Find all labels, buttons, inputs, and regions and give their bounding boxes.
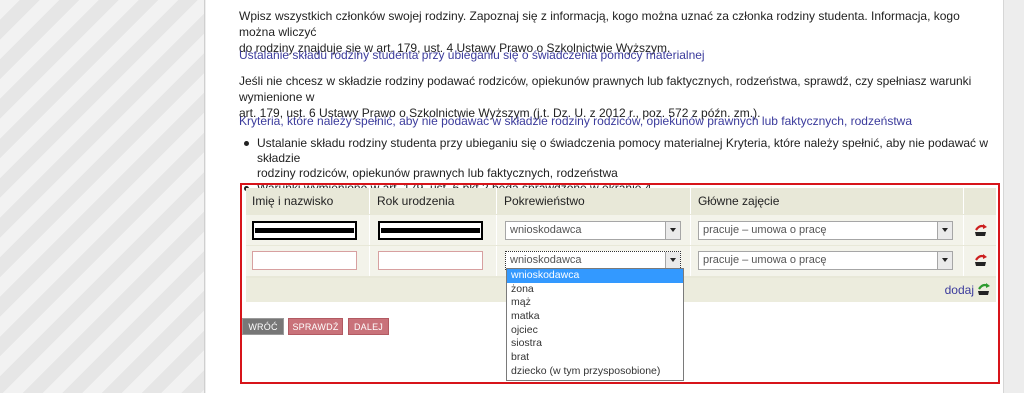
name-input[interactable] [252,221,357,240]
occupation-select[interactable]: pracuje – umowa o pracę [698,221,953,240]
dropdown-option[interactable]: siostra [507,337,683,351]
family-composition-link[interactable]: Ustalanie składu rodziny studenta przy u… [239,47,994,63]
birth-year-input[interactable] [378,221,483,240]
list-item: Ustalanie składu rodziny studenta przy u… [239,136,999,181]
occupation-select-value: pracuje – umowa o pracę [703,224,827,236]
header-occupation: Główne zajęcie [692,188,964,214]
chevron-down-icon [665,252,680,269]
next-button[interactable]: DALEJ [348,318,389,335]
occupation-select-value: pracuje – umowa o pracę [703,254,827,266]
delete-row-icon[interactable] [973,253,989,267]
occupation-select[interactable]: pracuje – umowa o pracę [698,251,953,270]
list-item-text: Ustalanie składu rodziny studenta przy u… [257,136,989,165]
parents-note-line-1: Jeśli nie chcesz w składzie rodziny poda… [239,74,972,104]
criteria-link[interactable]: Kryteria, które należy spełnić, aby nie … [239,113,994,129]
dropdown-option[interactable]: brat [507,351,683,365]
left-background [0,0,205,393]
dropdown-option[interactable]: żona [507,283,683,297]
relation-select[interactable]: wnioskodawca [505,221,681,240]
relation-dropdown-list: wnioskodawca żona mąż matka ojciec siost… [506,268,684,381]
check-button[interactable]: SPRAWDŹ [288,318,343,335]
delete-row-icon[interactable] [973,223,989,237]
birth-year-input[interactable] [378,251,483,270]
name-input[interactable] [252,251,357,270]
add-row-icon[interactable] [976,282,992,296]
header-relation: Pokrewieństwo [498,188,691,214]
header-name: Imię i nazwisko [246,188,370,214]
dropdown-option[interactable]: matka [507,310,683,324]
add-row-link[interactable]: dodaj [945,283,974,297]
back-button[interactable]: WRÓĆ [242,318,284,335]
header-actions [965,188,996,214]
family-form-frame: Imię i nazwisko Rok urodzenia Pokrewieńs… [240,183,1000,384]
intro-line-1: Wpisz wszystkich członków swojej rodziny… [239,9,960,39]
chevron-down-icon [937,222,952,239]
right-background [1003,0,1024,393]
header-birth-year: Rok urodzenia [371,188,497,214]
list-item-text-cont: rodziny rodziców, opiekunów prawnych lub… [257,166,618,180]
relation-select-value: wnioskodawca [510,254,582,266]
chevron-down-icon [665,222,680,239]
chevron-down-icon [937,252,952,269]
relation-select-value: wnioskodawca [510,224,582,236]
table-row: wnioskodawca pracuje – umowa o pracę [246,215,996,245]
dropdown-option[interactable]: mąż [507,296,683,310]
main-content: Wpisz wszystkich członków swojej rodziny… [206,0,1003,393]
dropdown-option[interactable]: wnioskodawca [507,269,683,283]
dropdown-option[interactable]: ojciec [507,324,683,338]
dropdown-option[interactable]: dziecko (w tym przysposobione) [507,365,683,379]
